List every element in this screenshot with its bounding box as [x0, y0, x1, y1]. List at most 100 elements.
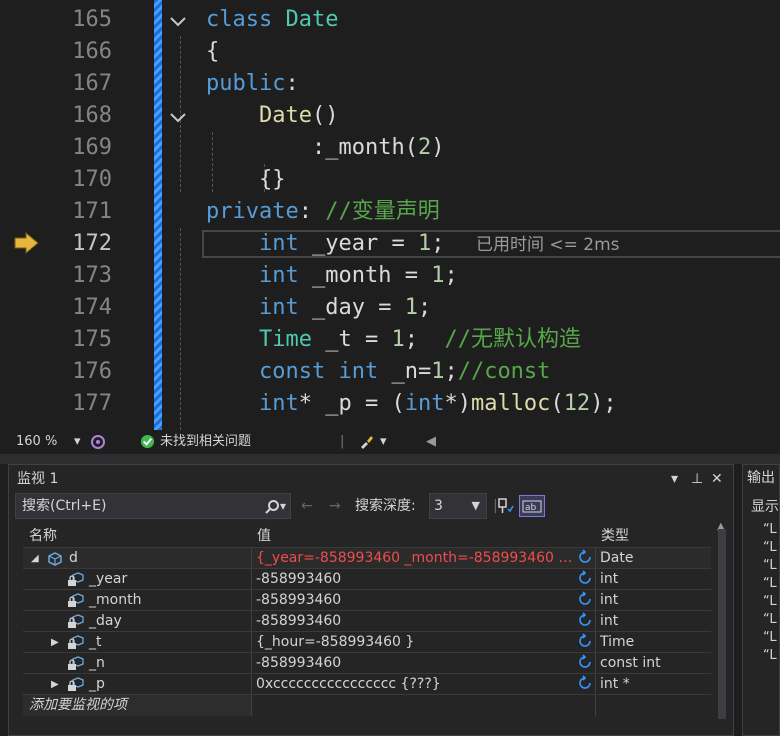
search-options-icon[interactable]: ▾: [280, 494, 286, 518]
watch-item-value[interactable]: {_year=-858993460 _month=-858993460 _day…: [256, 548, 574, 569]
code-text[interactable]: int _day = 1;: [206, 292, 431, 324]
window-menu-icon[interactable]: ▾: [671, 467, 678, 491]
close-icon[interactable]: ✕: [711, 467, 723, 491]
code-line[interactable]: 166 {: [0, 36, 780, 68]
code-text[interactable]: {}: [206, 164, 286, 196]
expand-arrow-icon[interactable]: ▶: [51, 632, 59, 653]
scroll-left-icon[interactable]: ◀: [426, 430, 436, 454]
watch-title[interactable]: 监视 1: [17, 467, 58, 491]
code-line[interactable]: 172 int _year = 1;: [0, 228, 780, 260]
watch-item-type: int: [600, 613, 619, 629]
refresh-icon[interactable]: [577, 570, 593, 586]
watch-item-value[interactable]: -858993460: [256, 569, 341, 590]
collapse-arrow-icon[interactable]: ◢: [31, 548, 39, 569]
watch-item-name: _year: [89, 571, 128, 587]
code-text[interactable]: {: [206, 36, 219, 68]
code-line[interactable]: 169 :_month(2): [0, 132, 780, 164]
refresh-icon[interactable]: [577, 654, 593, 670]
zoom-level[interactable]: 160 %: [16, 430, 57, 454]
watch-window: 监视 1 ▾ ⊥ ✕ 搜索(Ctrl+E) ▾ ← → 搜索深度: 3 ▼ | …: [8, 464, 734, 736]
watch-item-value[interactable]: -858993460: [256, 611, 341, 632]
watch-row[interactable]: ◢ d {_year=-858993460 _month=-858993460 _d…: [23, 547, 711, 569]
code-text[interactable]: Time _t = 1; //无默认构造: [206, 324, 581, 356]
code-line[interactable]: 170 {}: [0, 164, 780, 196]
watch-item-value[interactable]: 0xcccccccccccccccc {???}: [256, 674, 441, 695]
watch-row[interactable]: _day -858993460 int: [23, 610, 711, 632]
column-header-type[interactable]: 类型: [601, 525, 629, 547]
code-line[interactable]: 167 public:: [0, 68, 780, 100]
panel-splitter[interactable]: [0, 454, 780, 464]
brush-icon[interactable]: [358, 434, 374, 450]
watch-item-value[interactable]: -858993460: [256, 590, 341, 611]
watch-row[interactable]: ▶ _t {_hour=-858993460 } Time: [23, 631, 711, 653]
code-text[interactable]: int* _p = (int*)malloc(12);: [206, 388, 617, 420]
code-token: 1: [404, 295, 418, 320]
code-text[interactable]: int _year = 1;: [206, 228, 444, 260]
pin-to-source-icon[interactable]: [497, 498, 515, 514]
refresh-icon[interactable]: [577, 549, 593, 565]
watch-search-input[interactable]: 搜索(Ctrl+E) ▾: [15, 493, 291, 519]
code-text[interactable]: private: //变量声明: [206, 196, 440, 228]
watch-item-type: int *: [600, 676, 630, 692]
code-token: Time: [258, 327, 312, 352]
code-line[interactable]: 175 Time _t = 1; //无默认构造: [0, 324, 780, 356]
code-token: ;: [417, 295, 432, 320]
code-line[interactable]: 176 const int _n=1;//const: [0, 356, 780, 388]
code-line[interactable]: 168 Date(): [0, 100, 780, 132]
code-text[interactable]: :_month(2): [206, 132, 445, 164]
refresh-icon[interactable]: [577, 675, 593, 691]
watch-row[interactable]: _n -858993460 const int: [23, 652, 711, 674]
code-line[interactable]: 165 class Date: [0, 4, 780, 36]
code-token: _month: [325, 135, 405, 160]
back-arrow-icon[interactable]: ←: [301, 493, 313, 519]
watch-row[interactable]: _month -858993460 int: [23, 589, 711, 611]
view-as-hex-button[interactable]: ab: [519, 495, 545, 517]
watch-item-value[interactable]: {_hour=-858993460 }: [256, 632, 414, 653]
code-text[interactable]: const int _n=1;//const: [206, 356, 550, 388]
line-number: 165: [72, 7, 112, 32]
code-text[interactable]: Date(): [206, 100, 338, 132]
column-header-name[interactable]: 名称: [29, 525, 57, 547]
code-editor[interactable]: 165 class Date 166{167 public: 168 Date() 169…: [0, 0, 780, 430]
pin-icon[interactable]: ⊥: [691, 467, 703, 491]
watch-item-name: _t: [89, 634, 102, 650]
output-title[interactable]: 输出: [747, 468, 775, 488]
refresh-icon[interactable]: [577, 591, 593, 607]
check-circle-icon: [140, 434, 155, 449]
code-line[interactable]: 173 int _month = 1;: [0, 260, 780, 292]
code-text[interactable]: public:: [206, 68, 299, 100]
watch-row[interactable]: ▶ _p 0xcccccccccccccccc {???} int *: [23, 673, 711, 695]
watch-row[interactable]: _year -858993460 int: [23, 568, 711, 590]
search-icon[interactable]: [264, 499, 280, 515]
watch-item-value[interactable]: -858993460: [256, 653, 341, 674]
watch-item-name: _day: [89, 613, 122, 629]
expand-arrow-icon[interactable]: ▶: [51, 674, 59, 695]
column-header-value[interactable]: 值: [257, 525, 271, 547]
forward-arrow-icon[interactable]: →: [329, 493, 341, 519]
watch-vertical-scrollbar[interactable]: ▲: [713, 521, 731, 731]
intellicode-icon[interactable]: [90, 434, 106, 450]
output-line: “L: [763, 630, 777, 645]
search-depth-select[interactable]: 3 ▼: [429, 493, 487, 519]
issues-status[interactable]: 未找到相关问题: [160, 430, 251, 454]
chevron-down-icon: ▼: [471, 499, 480, 512]
code-token: int: [258, 295, 299, 320]
add-watch-row[interactable]: 添加要监视的项: [23, 694, 711, 716]
zoom-dropdown-icon[interactable]: ▾: [74, 430, 81, 454]
private-field-icon: [68, 656, 84, 670]
code-text[interactable]: class Date: [206, 4, 338, 36]
code-text[interactable]: int _month = 1;: [206, 260, 458, 292]
line-number: 168: [72, 103, 112, 128]
cleanup-dropdown-icon[interactable]: ▾: [380, 430, 387, 454]
code-line[interactable]: 171 private: //变量声明: [0, 196, 780, 228]
scrollbar-thumb[interactable]: [718, 529, 726, 719]
refresh-icon[interactable]: [577, 612, 593, 628]
search-depth-value: 3: [434, 498, 443, 514]
refresh-icon[interactable]: [577, 633, 593, 649]
code-token: public: [206, 71, 286, 96]
code-token: //const: [457, 359, 551, 384]
code-line[interactable]: 174 int _day = 1;: [0, 292, 780, 324]
add-watch-item[interactable]: 添加要监视的项: [29, 695, 127, 716]
code-line[interactable]: 177 int* _p = (int*)malloc(12);: [0, 388, 780, 420]
